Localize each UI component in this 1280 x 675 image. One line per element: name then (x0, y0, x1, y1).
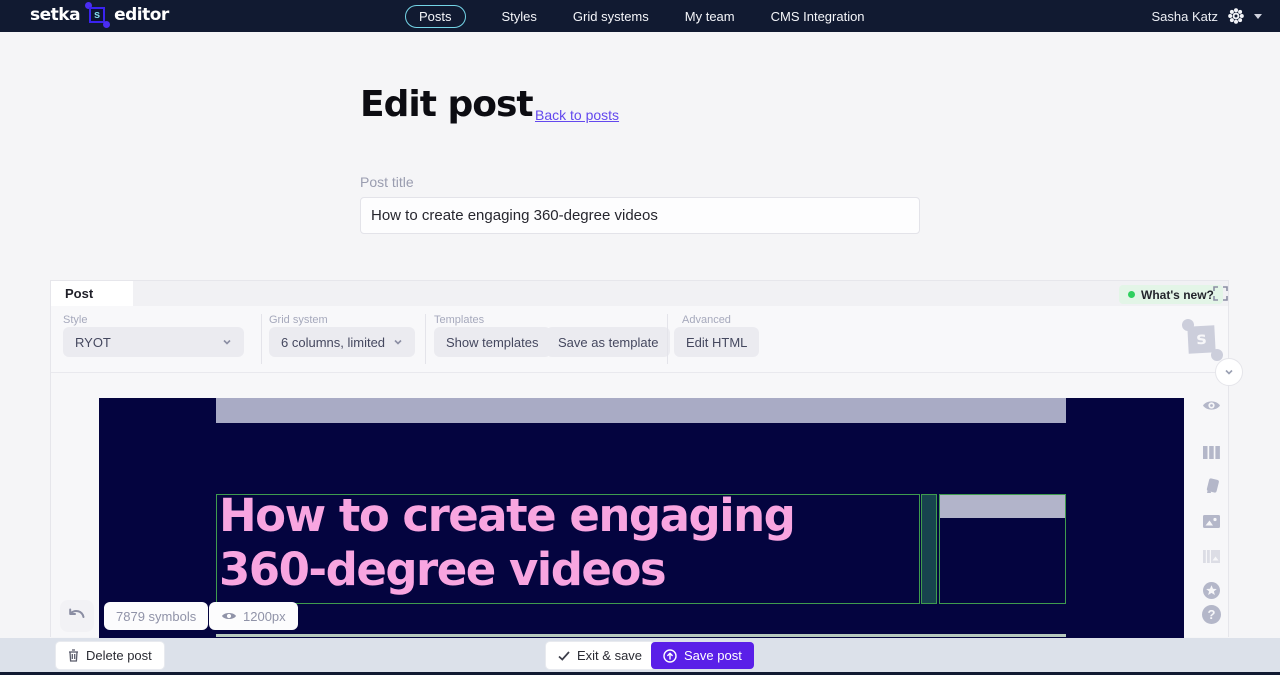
delete-post-button[interactable]: Delete post (56, 642, 164, 669)
panel-tab-strip: Post (51, 281, 1228, 306)
nav-item-my-team[interactable]: My team (685, 9, 735, 24)
canvas-image-placeholder[interactable] (216, 398, 1066, 423)
style-section-label: Style (63, 314, 87, 326)
grid-system-select[interactable]: 6 columns, limited (269, 327, 415, 357)
canvas-column-gutter[interactable] (921, 494, 937, 604)
exit-save-label: Exit & save (577, 648, 642, 663)
symbols-count-badge: 7879 symbols (104, 602, 208, 630)
green-dot-icon (1128, 291, 1135, 298)
user-menu[interactable]: Sasha Katz (1152, 0, 1263, 32)
exit-save-button[interactable]: Exit & save (546, 642, 654, 669)
back-to-posts-link[interactable]: Back to posts (535, 107, 619, 123)
toolbar-divider (425, 314, 426, 364)
canvas-heading-line1: How to create engaging (219, 489, 794, 543)
chevron-down-icon (393, 337, 403, 347)
toolbar-divider (261, 314, 262, 364)
advanced-section-label: Advanced (682, 314, 731, 326)
undo-icon (67, 608, 87, 624)
setka-s-icon: s (87, 5, 107, 25)
chevron-down-icon (1223, 366, 1235, 378)
show-templates-button[interactable]: Show templates (434, 327, 551, 357)
chevron-down-icon (222, 337, 232, 347)
editor-toolbar: Style RYOT Grid system 6 columns, limite… (51, 306, 1228, 373)
undo-button[interactable] (60, 600, 94, 632)
preview-width-badge[interactable]: 1200px (209, 602, 298, 630)
nav-item-cms-integration[interactable]: CMS Integration (771, 9, 865, 24)
post-title-input[interactable] (360, 197, 920, 234)
symbols-count: 7879 symbols (116, 609, 196, 624)
save-post-button[interactable]: Save post (651, 642, 754, 669)
toolbar-divider (667, 314, 668, 364)
logo-text-setka: setka (30, 5, 80, 25)
canvas-side-placeholder[interactable] (940, 495, 1065, 518)
tab-post[interactable]: Post (51, 281, 133, 306)
templates-section-label: Templates (434, 314, 484, 326)
top-nav-bar: setka s editor Posts Styles Grid systems… (0, 0, 1280, 32)
eye-icon (221, 610, 237, 622)
upload-icon (663, 649, 677, 663)
setka-editor-logo[interactable]: setka s editor (30, 5, 169, 25)
canvas-heading-line2: 360-degree videos (219, 543, 794, 597)
columns-grid-icon[interactable] (1202, 443, 1221, 462)
user-name: Sasha Katz (1152, 9, 1219, 24)
help-icon[interactable]: ? (1202, 605, 1221, 624)
gear-icon[interactable] (1227, 7, 1245, 25)
canvas-next-block-edge (216, 634, 1066, 637)
bottom-action-bar: Delete post Exit & save Save post (0, 638, 1280, 672)
chevron-down-icon[interactable] (1254, 14, 1262, 19)
nav-item-posts[interactable]: Posts (405, 5, 466, 28)
nav-item-grid-systems[interactable]: Grid systems (573, 9, 649, 24)
main-nav: Posts Styles Grid systems My team CMS In… (405, 0, 865, 32)
style-select[interactable]: RYOT (63, 327, 244, 357)
grid-system-select-value: 6 columns, limited (281, 335, 385, 350)
nav-item-styles[interactable]: Styles (502, 9, 537, 24)
grid-section-label: Grid system (269, 314, 328, 326)
image-icon[interactable] (1202, 512, 1221, 531)
whats-new-button[interactable]: What's new? (1119, 285, 1223, 304)
layout-image-icon[interactable] (1202, 547, 1221, 566)
fullscreen-icon[interactable] (1213, 286, 1228, 301)
styles-swatches-icon[interactable] (1202, 477, 1221, 496)
edit-html-button[interactable]: Edit HTML (674, 327, 759, 357)
star-circle-icon[interactable] (1202, 581, 1221, 600)
canvas-side-column-block[interactable] (939, 494, 1066, 604)
canvas-selected-heading-block[interactable]: How to create engaging 360-degree videos (216, 494, 920, 604)
delete-post-label: Delete post (86, 648, 152, 663)
style-select-value: RYOT (75, 335, 111, 350)
trash-icon (68, 649, 79, 662)
collapse-toolbar-button[interactable] (1215, 358, 1243, 386)
check-icon (558, 651, 570, 661)
setka-watermark-logo: s (1183, 321, 1219, 357)
post-title-label: Post title (360, 174, 414, 190)
whats-new-label: What's new? (1141, 288, 1214, 302)
save-as-template-button[interactable]: Save as template (546, 327, 670, 357)
preview-eye-icon[interactable] (1202, 396, 1221, 415)
preview-width-value: 1200px (243, 609, 286, 624)
logo-text-editor: editor (114, 5, 169, 25)
page-title: Edit post (360, 84, 533, 125)
canvas-heading-text[interactable]: How to create engaging 360-degree videos (219, 489, 794, 597)
editor-panel: Post What's new? Style RYOT Grid system … (50, 280, 1229, 637)
save-post-label: Save post (684, 648, 742, 663)
